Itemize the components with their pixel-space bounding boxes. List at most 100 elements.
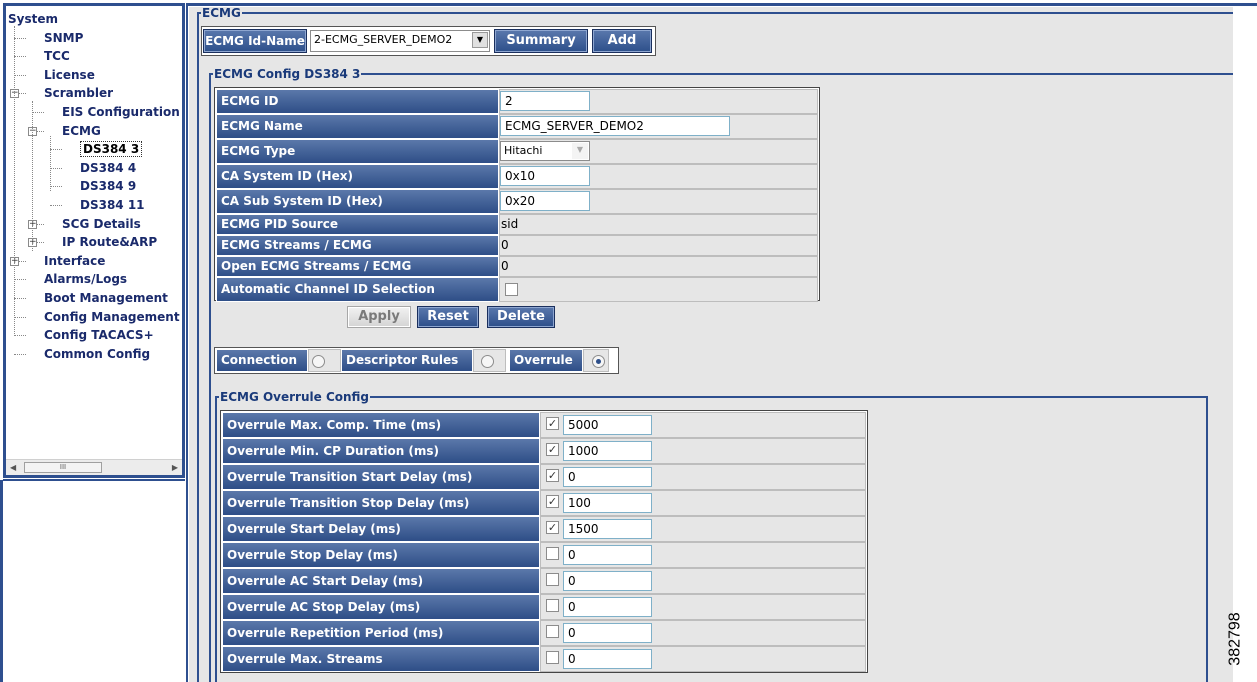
tree-connector (50, 149, 62, 151)
overrule-checkbox[interactable]: ✓ (546, 417, 559, 430)
tree-item-label: IP Route&ARP (62, 235, 158, 250)
tree-item-label: System (8, 12, 58, 26)
tree-item-alarms-logs[interactable]: Alarms/Logs (44, 270, 127, 288)
tree-item-boot-management[interactable]: Boot Management (44, 289, 168, 307)
dropdown-arrow-icon[interactable]: ▼ (572, 143, 588, 159)
tree-item-label: Config Management (44, 309, 180, 324)
tree-guide-line (50, 136, 51, 191)
navigation-tree-panel: System SNMP TCC License Scrambler − EIS Config… (3, 3, 185, 478)
tab-descriptor-rules[interactable]: Descriptor Rules (341, 349, 473, 372)
tree-item-system[interactable]: System (8, 10, 58, 28)
apply-button[interactable]: Apply (347, 306, 411, 328)
tree-item-common-config[interactable]: Common Config (44, 345, 150, 363)
overrule-checkbox[interactable] (546, 547, 559, 560)
scroll-thumb[interactable]: III (24, 462, 102, 473)
summary-button[interactable]: Summary (494, 29, 588, 53)
tab-radio-descriptor-rules[interactable] (481, 355, 494, 368)
overrule-checkbox[interactable] (546, 573, 559, 586)
tree-bottom-border (3, 479, 185, 481)
config-input[interactable]: ECMG_SERVER_DEMO2 (500, 116, 730, 136)
tree-item-ecmg[interactable]: ECMG (62, 122, 101, 140)
scroll-right-arrow-icon[interactable]: ▶ (172, 463, 178, 472)
horizontal-scrollbar[interactable]: ◀ III ▶ (6, 459, 182, 475)
overrule-checkbox[interactable]: ✓ (546, 495, 559, 508)
overrule-input[interactable]: 1000 (563, 441, 652, 461)
overrule-checkbox[interactable]: ✓ (546, 469, 559, 482)
overrule-label: Overrule AC Stop Delay (ms) (222, 594, 540, 620)
tree-item-license[interactable]: License (44, 66, 95, 84)
overrule-input[interactable]: 5000 (563, 415, 652, 435)
frame-divider (186, 3, 188, 682)
config-label: ECMG PID Source (216, 214, 499, 235)
overrule-input[interactable]: 0 (563, 649, 652, 669)
tree-item-scg-details[interactable]: SCG Details (62, 215, 141, 233)
overrule-input[interactable]: 0 (563, 623, 652, 643)
tree-item-ds384-11[interactable]: DS384 11 (80, 196, 145, 214)
ecmg-id-name-value: 2-ECMG_SERVER_DEMO2 (314, 33, 453, 46)
tab-overrule[interactable]: Overrule (509, 349, 583, 372)
overrule-checkbox[interactable] (546, 599, 559, 612)
overrule-input[interactable]: 1500 (563, 519, 652, 539)
ecmg-id-name-select[interactable]: 2-ECMG_SERVER_DEMO2 ▼ (310, 30, 490, 52)
auto-channel-id-checkbox[interactable] (505, 283, 518, 296)
tree-item-label: License (44, 67, 95, 82)
tree-item-snmp[interactable]: SNMP (44, 29, 83, 47)
overrule-checkbox[interactable] (546, 651, 559, 664)
tab-radio-overrule[interactable] (592, 355, 605, 368)
config-input[interactable]: 0x10 (500, 166, 590, 186)
tree-item-tcc[interactable]: TCC (44, 47, 70, 65)
tree-item-label: Alarms/Logs (44, 272, 128, 287)
config-label: ECMG ID (216, 89, 499, 114)
tree-item-label: ECMG (62, 123, 101, 138)
config-label: CA Sub System ID (Hex) (216, 189, 499, 214)
tree-item-label: Boot Management (44, 291, 168, 305)
ecmg-type-value: Hitachi (504, 144, 543, 157)
tree-connector (14, 353, 26, 355)
overrule-checkbox[interactable] (546, 625, 559, 638)
overrule-input[interactable]: 0 (563, 571, 652, 591)
overrule-label: Overrule Min. CP Duration (ms) (222, 438, 540, 464)
reset-button[interactable]: Reset (417, 306, 479, 328)
tab-connection[interactable]: Connection (216, 349, 308, 372)
tree-item-ds384-9[interactable]: DS384 9 (80, 177, 136, 195)
overrule-label: Overrule Max. Comp. Time (ms) (222, 412, 540, 438)
tree-item-ds384-4[interactable]: DS384 4 (80, 159, 136, 177)
tree-item-eis-configuration[interactable]: EIS Configuration (62, 103, 180, 121)
delete-button[interactable]: Delete (487, 306, 555, 328)
overrule-checkbox[interactable]: ✓ (546, 443, 559, 456)
tree-item-label: DS384 11 (80, 198, 145, 212)
config-value-cell (499, 214, 818, 235)
tree-connector (14, 316, 26, 318)
navigation-tree: System SNMP TCC License Scrambler − EIS Config… (6, 6, 182, 459)
config-input[interactable]: 0x20 (500, 191, 590, 211)
overrule-label: Overrule Transition Stop Delay (ms) (222, 490, 540, 516)
tree-connector (14, 37, 26, 39)
tree-item-config-tacacs-[interactable]: Config TACACS+ (44, 326, 154, 344)
tree-item-scrambler[interactable]: Scrambler (44, 84, 113, 102)
tree-item-config-management[interactable]: Config Management (44, 308, 180, 326)
tab-radio-connection[interactable] (312, 355, 325, 368)
overrule-input[interactable]: 0 (563, 467, 652, 487)
ecmg-type-select[interactable]: Hitachi ▼ (500, 141, 590, 161)
tree-connector (14, 298, 26, 299)
overrule-checkbox[interactable]: ✓ (546, 521, 559, 534)
tree-item-ip-route-arp[interactable]: IP Route&ARP (62, 233, 157, 251)
ecmg-id-name-label: ECMG Id-Name (203, 29, 307, 53)
add-button[interactable]: Add (592, 29, 652, 53)
dropdown-arrow-icon[interactable]: ▼ (472, 32, 488, 48)
scroll-left-arrow-icon[interactable]: ◀ (10, 463, 16, 472)
tree-item-ds384-3[interactable]: DS384 3 (80, 140, 143, 158)
overrule-input[interactable]: 0 (563, 597, 652, 617)
overrule-label: Overrule Repetition Period (ms) (222, 620, 540, 646)
tree-item-label: SCG Details (62, 216, 141, 231)
overrule-input[interactable]: 100 (563, 493, 652, 513)
tree-item-interface[interactable]: Interface (44, 252, 105, 270)
tree-item-label: DS384 9 (80, 179, 137, 194)
config-input[interactable]: 2 (500, 91, 590, 111)
overrule-label: Overrule Max. Streams (222, 646, 540, 672)
tree-item-label: Common Config (44, 346, 151, 361)
tree-guide-line (32, 101, 33, 231)
ecmg-config-legend: ECMG Config DS384 3 (214, 67, 361, 81)
overrule-input[interactable]: 0 (563, 545, 652, 565)
config-value: sid (501, 217, 519, 231)
